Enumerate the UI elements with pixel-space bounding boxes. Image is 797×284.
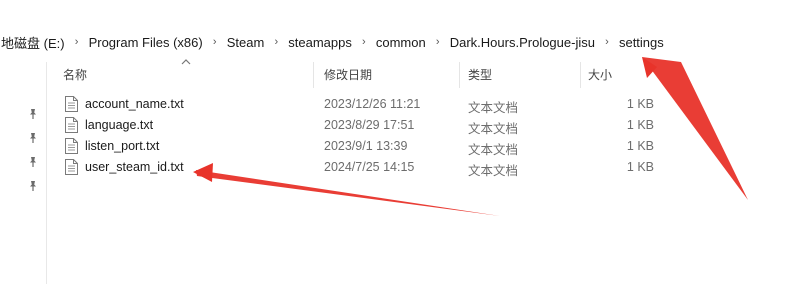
breadcrumb-item-steam[interactable]: Steam: [226, 35, 266, 50]
text-file-icon: [65, 96, 78, 112]
file-type: 文本文档: [468, 164, 519, 178]
file-date: 2023/9/1 13:39: [324, 139, 408, 153]
file-type: 文本文档: [468, 101, 519, 115]
file-size: 1 KB: [626, 97, 654, 111]
file-type: 文本文档: [468, 122, 519, 136]
breadcrumb-item-steamapps[interactable]: steamapps: [287, 35, 353, 50]
breadcrumb-item-common[interactable]: common: [375, 35, 427, 50]
file-row-language[interactable]: language.txt 2023/8/29 17:51 文本文档 1 KB: [56, 115, 676, 136]
file-name[interactable]: language.txt: [85, 118, 153, 132]
file-type: 文本文档: [468, 143, 519, 157]
pin-icon[interactable]: [27, 156, 39, 168]
file-row-account-name[interactable]: account_name.txt 2023/12/26 11:21 文本文档 1…: [56, 94, 676, 115]
file-size: 1 KB: [626, 139, 654, 153]
breadcrumb-item-settings[interactable]: settings: [618, 35, 665, 50]
pin-icon[interactable]: [27, 132, 39, 144]
breadcrumb-separator[interactable]: ›: [265, 36, 287, 48]
column-divider[interactable]: [580, 62, 581, 88]
file-size: 1 KB: [626, 160, 654, 174]
column-divider[interactable]: [313, 62, 314, 88]
column-header-type[interactable]: 类型: [468, 62, 492, 88]
breadcrumb-separator[interactable]: ›: [596, 36, 618, 48]
file-name[interactable]: account_name.txt: [85, 97, 184, 111]
column-header-row: 名称 修改日期 类型 大小: [0, 59, 797, 88]
breadcrumb-item-program-files[interactable]: Program Files (x86): [88, 35, 204, 50]
column-header-date[interactable]: 修改日期: [324, 62, 372, 88]
column-header-size[interactable]: 大小: [588, 62, 612, 88]
breadcrumb-separator[interactable]: ›: [353, 36, 375, 48]
breadcrumb-separator[interactable]: ›: [66, 36, 88, 48]
file-row-listen-port[interactable]: listen_port.txt 2023/9/1 13:39 文本文档 1 KB: [56, 136, 676, 157]
breadcrumb-item-game-folder[interactable]: Dark.Hours.Prologue-jisu: [449, 35, 596, 50]
breadcrumb: 地磁盘 (E:) › Program Files (x86) › Steam ›…: [0, 28, 797, 56]
pin-icon[interactable]: [27, 108, 39, 120]
breadcrumb-item-drive[interactable]: 地磁盘 (E:): [0, 33, 66, 52]
text-file-icon: [65, 138, 78, 154]
column-divider[interactable]: [459, 62, 460, 88]
text-file-icon: [65, 117, 78, 133]
column-header-name[interactable]: 名称: [63, 62, 87, 88]
file-date: 2023/8/29 17:51: [324, 118, 415, 132]
file-date: 2024/7/25 14:15: [324, 160, 415, 174]
sort-up-icon: [181, 59, 191, 65]
column-header-name-label: 名称: [63, 68, 88, 82]
navigation-pane-divider[interactable]: [46, 62, 47, 284]
column-header-size-label: 大小: [588, 68, 613, 82]
file-row-user-steam-id[interactable]: user_steam_id.txt 2024/7/25 14:15 文本文档 1…: [56, 157, 676, 178]
breadcrumb-separator[interactable]: ›: [427, 36, 449, 48]
file-date: 2023/12/26 11:21: [324, 97, 421, 111]
file-size: 1 KB: [626, 118, 654, 132]
column-header-date-label: 修改日期: [324, 68, 373, 82]
column-header-type-label: 类型: [468, 68, 493, 82]
text-file-icon: [65, 159, 78, 175]
file-name[interactable]: user_steam_id.txt: [85, 160, 184, 174]
pin-icon[interactable]: [27, 180, 39, 192]
breadcrumb-separator[interactable]: ›: [204, 36, 226, 48]
file-name[interactable]: listen_port.txt: [85, 139, 159, 153]
